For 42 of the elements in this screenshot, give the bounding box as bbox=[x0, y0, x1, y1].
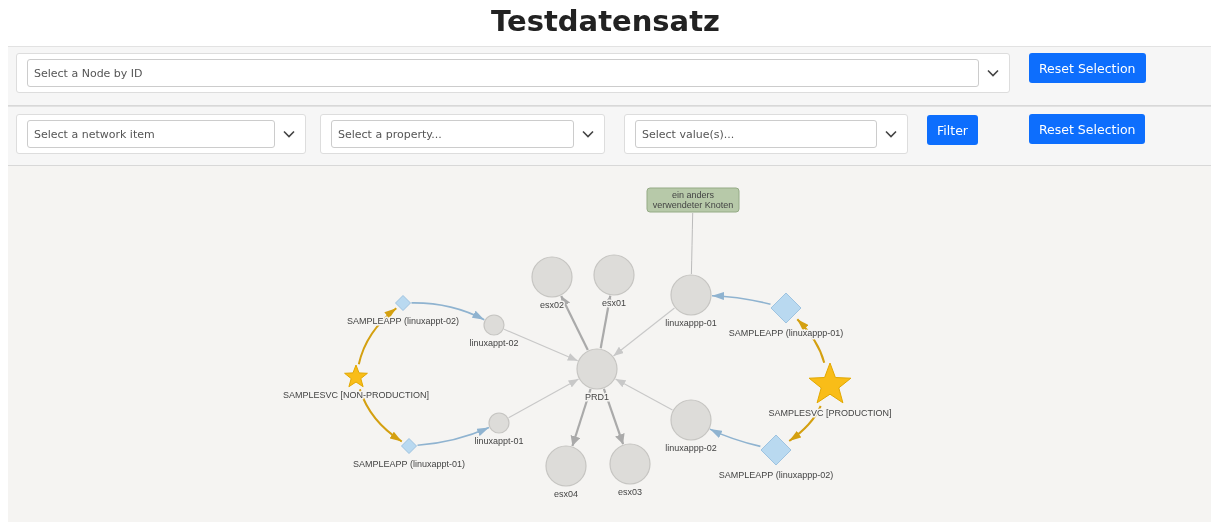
app-node[interactable] bbox=[401, 438, 417, 454]
node-label: linuxappp-02 bbox=[665, 443, 717, 453]
node-label: esx01 bbox=[602, 298, 626, 308]
filter-button[interactable]: Filter bbox=[927, 115, 978, 145]
app-node[interactable] bbox=[760, 434, 792, 466]
edge-line bbox=[690, 212, 694, 275]
host-node[interactable] bbox=[670, 399, 712, 441]
node-label: SAMPLEAPP (linuxappt-01) bbox=[353, 458, 465, 469]
reset-selection-button[interactable]: Reset Selection bbox=[1029, 53, 1146, 83]
node-label: linuxappp-01 bbox=[665, 318, 717, 328]
node-label: linuxappt-02 bbox=[469, 338, 519, 348]
app-node[interactable] bbox=[770, 292, 802, 324]
host-node[interactable] bbox=[488, 412, 510, 434]
host-node[interactable] bbox=[609, 443, 651, 485]
service-node[interactable] bbox=[808, 362, 852, 404]
node-label: SAMPLEAPP (linuxappp-02) bbox=[718, 470, 834, 480]
app-node[interactable] bbox=[395, 295, 411, 311]
chevron-down-icon[interactable] bbox=[885, 130, 897, 138]
select-field[interactable]: Select a Node by ID bbox=[27, 59, 979, 87]
select-field[interactable]: Select value(s)... bbox=[635, 120, 877, 148]
chevron-down-icon[interactable] bbox=[987, 69, 999, 77]
node-label: esx02 bbox=[540, 300, 564, 310]
host-node[interactable] bbox=[670, 274, 712, 316]
chevron-down-icon[interactable] bbox=[582, 130, 594, 138]
chevron-down-icon[interactable] bbox=[283, 130, 295, 138]
page-title: Testdatensatz bbox=[491, 3, 720, 40]
select-field[interactable]: Select a property... bbox=[331, 120, 574, 148]
note-node[interactable]: ein anders verwendeter Knoten bbox=[646, 187, 740, 213]
note-label: ein anders verwendeter Knoten bbox=[652, 190, 734, 210]
node-label: linuxappt-01 bbox=[474, 436, 524, 446]
reset-selection-button[interactable]: Reset Selection bbox=[1028, 114, 1146, 144]
node-label: esx03 bbox=[618, 487, 642, 497]
host-node[interactable] bbox=[576, 348, 618, 390]
host-node[interactable] bbox=[545, 445, 587, 487]
select-field[interactable]: Select a network item bbox=[27, 120, 275, 148]
edge-arrow bbox=[711, 292, 772, 305]
host-node[interactable] bbox=[483, 314, 505, 336]
node-label: esx04 bbox=[554, 489, 578, 499]
node-label: PRD1 bbox=[585, 392, 609, 402]
service-node[interactable] bbox=[344, 364, 368, 388]
host-node[interactable] bbox=[593, 254, 635, 296]
host-node[interactable] bbox=[531, 256, 573, 298]
